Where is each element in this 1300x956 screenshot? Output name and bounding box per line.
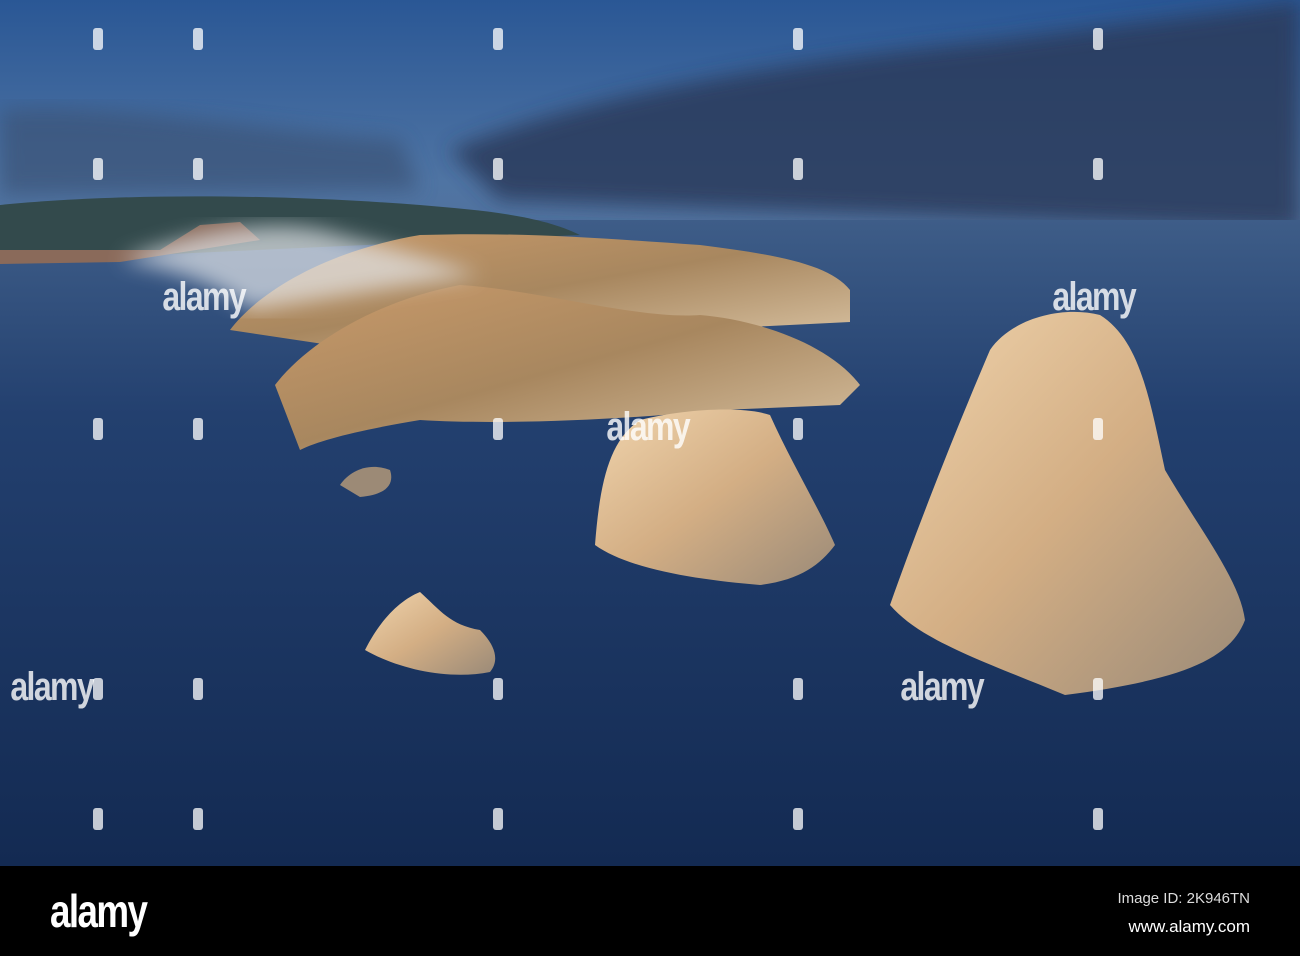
watermark-mark [1093, 418, 1103, 440]
alamy-logo: alamy [50, 885, 148, 937]
watermark: alamy [606, 405, 690, 449]
watermark-mark [493, 418, 503, 440]
watermark-mark [93, 808, 103, 830]
watermark-mark [193, 158, 203, 180]
watermark-mark [493, 28, 503, 50]
footer-bar: alamy Image ID: 2K946TN www.alamy.com [0, 866, 1300, 956]
watermark-mark [1093, 28, 1103, 50]
watermark-mark [93, 28, 103, 50]
watermark-mark [493, 678, 503, 700]
watermark-mark [793, 418, 803, 440]
site-url: www.alamy.com [1128, 917, 1250, 936]
watermark-mark [793, 28, 803, 50]
watermark-mark [1093, 678, 1103, 700]
watermark-mark [93, 418, 103, 440]
watermark: alamy [162, 275, 246, 319]
watermark: alamy [1052, 275, 1136, 319]
watermark-mark [193, 418, 203, 440]
watermark-mark [93, 678, 103, 700]
watermark-mark [193, 808, 203, 830]
watermark-mark [493, 808, 503, 830]
watermark-mark [193, 678, 203, 700]
watermark: alamy [10, 665, 94, 709]
watermark-mark [793, 678, 803, 700]
watermark-mark [793, 158, 803, 180]
watermark-mark [1093, 158, 1103, 180]
watermark-mark [93, 158, 103, 180]
watermark-mark [193, 28, 203, 50]
watermark-mark [1093, 808, 1103, 830]
watermark: alamy [900, 665, 984, 709]
stock-photo: alamy alamy alamy alamy alamy alamy Imag… [0, 0, 1300, 956]
watermark-mark [793, 808, 803, 830]
watermark-mark [493, 158, 503, 180]
image-id: Image ID: 2K946TN [1117, 890, 1250, 907]
